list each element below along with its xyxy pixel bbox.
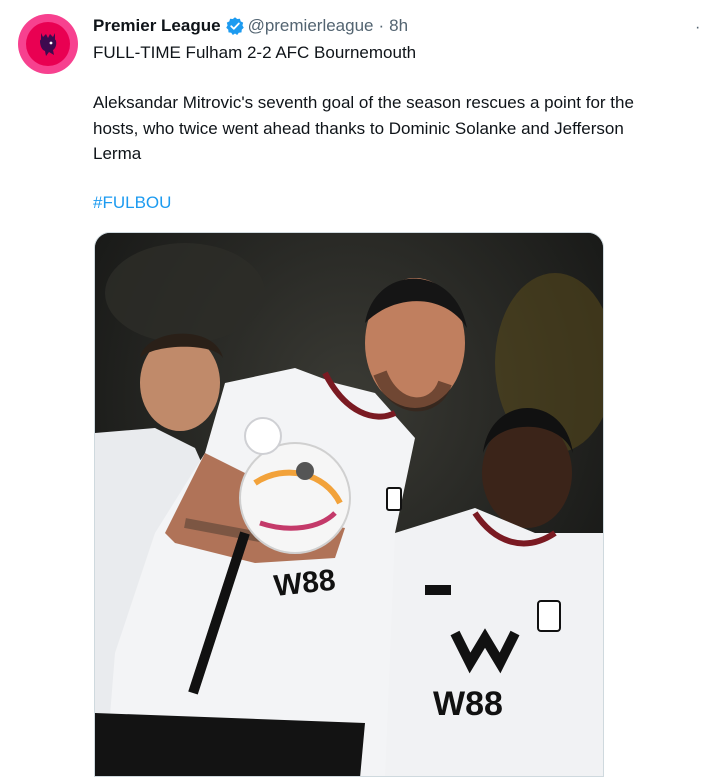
ellipsis-icon: · [695, 19, 701, 36]
premier-league-lion-icon [26, 22, 70, 66]
sponsor-text: W88 [433, 685, 503, 723]
sponsor-text: W88 [272, 564, 337, 603]
verified-badge-icon [225, 16, 245, 36]
tweet-header: Premier League @premierleague · 8h [93, 14, 408, 38]
avatar[interactable] [18, 14, 78, 74]
more-options-button[interactable]: · [695, 20, 707, 40]
author-handle[interactable]: @premierleague [248, 16, 374, 36]
tweet-card: Premier League @premierleague · 8h · FUL… [0, 0, 707, 777]
author-name[interactable]: Premier League [93, 16, 221, 36]
timestamp[interactable]: 8h [389, 16, 408, 36]
tweet-text-line: FULL-TIME Fulham 2-2 AFC Bournemouth [93, 43, 417, 62]
separator-dot: · [378, 16, 385, 35]
hashtag-link[interactable]: #FULBOU [93, 191, 171, 215]
tweet-text-line: Aleksandar Mitrovic's seventh goal of th… [93, 93, 634, 112]
tweet-text-line: hosts, who twice went ahead thanks to Do… [93, 119, 624, 138]
tweet-text-line: Lerma [93, 144, 142, 163]
tweet-photo[interactable]: W88 W88 [94, 232, 604, 777]
